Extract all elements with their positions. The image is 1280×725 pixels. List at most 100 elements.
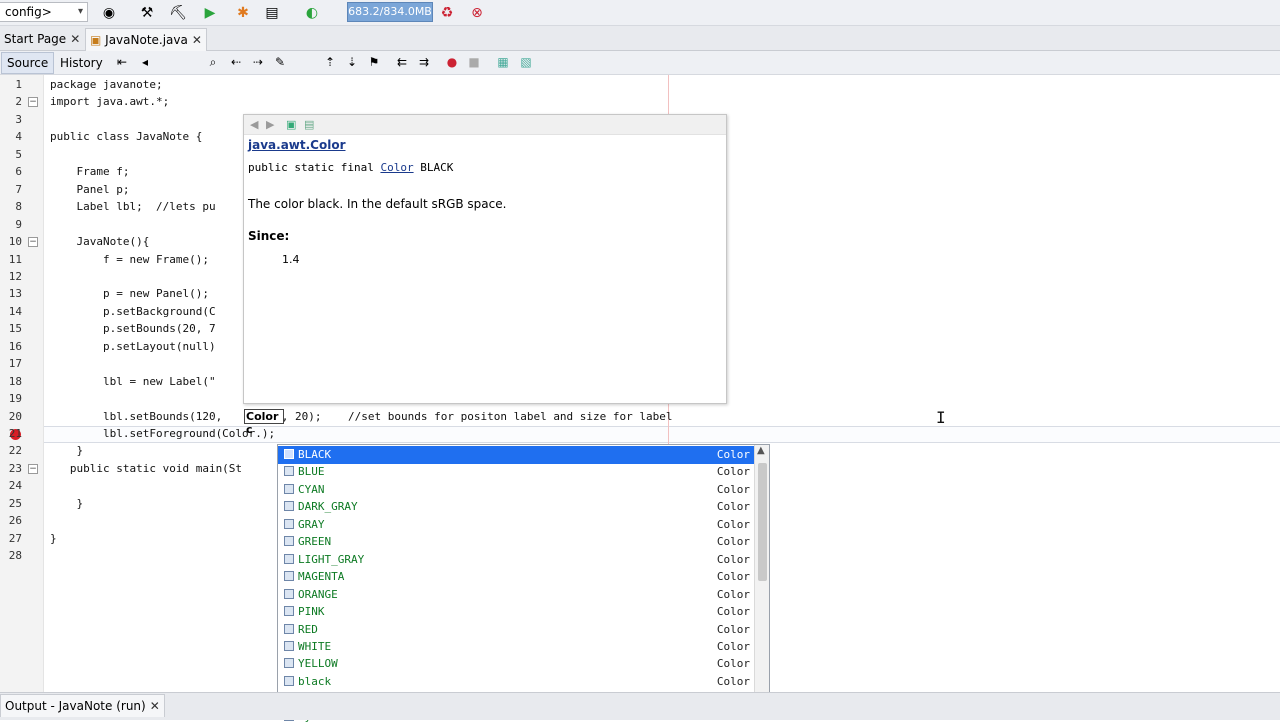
bookmark-prev-icon[interactable]: ⇡ bbox=[320, 52, 340, 72]
last-edit-icon[interactable]: ⇤ bbox=[112, 52, 132, 72]
tab-start-page[interactable]: Start Page ✕ bbox=[0, 28, 84, 51]
completion-scrollbar[interactable]: ▲ bbox=[754, 445, 769, 719]
completion-item[interactable]: DARK_GRAY Color bbox=[278, 498, 754, 516]
completion-item[interactable]: RED Color bbox=[278, 621, 754, 639]
highlight-icon[interactable]: ✎ bbox=[270, 52, 290, 72]
scroll-up-icon[interactable]: ▲ bbox=[757, 445, 765, 456]
profile-icon[interactable]: ▤ bbox=[262, 3, 282, 23]
completion-type: Color bbox=[716, 535, 750, 549]
line-number: 12 bbox=[8, 269, 22, 283]
code-line[interactable]: import java.awt.*; bbox=[50, 95, 169, 108]
completion-name: black bbox=[298, 674, 332, 688]
code-line[interactable]: p.setBackground(C bbox=[50, 305, 216, 318]
line-number: 27 bbox=[8, 531, 22, 545]
find-next-icon[interactable]: ⇢ bbox=[248, 52, 268, 72]
code-line[interactable]: lbl.setForeground(Color.); bbox=[50, 427, 275, 440]
line-number: 16 bbox=[8, 339, 22, 353]
memory-indicator[interactable]: 683.2/834.0MB bbox=[347, 2, 433, 22]
completion-item[interactable]: CYAN Color bbox=[278, 481, 754, 499]
fold-icon[interactable]: − bbox=[28, 97, 38, 107]
record-macro-icon[interactable]: ● bbox=[442, 52, 462, 72]
line-number: 22 bbox=[8, 444, 22, 458]
completion-item[interactable]: LIGHT_GRAY Color bbox=[278, 551, 754, 569]
code-line[interactable]: Label lbl; //lets pu bbox=[50, 200, 215, 213]
completion-item[interactable]: BLACK Color bbox=[278, 446, 754, 464]
open-browser-icon[interactable]: ▣ bbox=[286, 118, 296, 131]
close-icon[interactable]: ✕ bbox=[192, 33, 202, 47]
run-icon[interactable]: ▶ bbox=[200, 3, 220, 23]
line-number: 24 bbox=[8, 479, 22, 493]
output-panel: Output - JavaNote (run) ✕ bbox=[0, 692, 1280, 720]
code-line[interactable]: } bbox=[50, 497, 83, 510]
gc-icon[interactable]: ♻ bbox=[437, 3, 457, 23]
code-completion-list[interactable]: BLACK Color BLUE Color CYAN Color DARK_GRAY Col… bbox=[277, 444, 770, 723]
history-button[interactable]: History bbox=[54, 52, 109, 74]
completion-item[interactable]: BLUE Color bbox=[278, 463, 754, 481]
build-icon[interactable]: ⚒ bbox=[137, 3, 157, 23]
completion-name: LIGHT_GRAY bbox=[298, 552, 365, 566]
find-prev-icon[interactable]: ⇠ bbox=[226, 52, 246, 72]
code-line[interactable]: public static void main(St bbox=[50, 462, 242, 475]
forward-icon[interactable]: ▶ bbox=[266, 118, 274, 131]
shift-left-icon[interactable]: ⇇ bbox=[392, 52, 412, 72]
profile-run-icon[interactable]: ◐ bbox=[302, 3, 322, 23]
toggle-bookmark-icon[interactable]: ⚑ bbox=[364, 52, 384, 72]
find-icon[interactable]: ⌕ bbox=[203, 52, 223, 72]
config-select[interactable]: config> ▾ bbox=[0, 2, 88, 22]
completion-item[interactable]: WHITE Color bbox=[278, 638, 754, 656]
source-button[interactable]: Source bbox=[1, 52, 55, 74]
back-icon[interactable]: ◀ bbox=[250, 118, 258, 131]
back-icon[interactable]: ◂ bbox=[135, 52, 155, 72]
globe-icon[interactable]: ◉ bbox=[99, 3, 119, 23]
tab-label: JavaNote.java bbox=[105, 33, 188, 47]
scrollbar-thumb[interactable] bbox=[758, 463, 767, 581]
code-line[interactable]: JavaNote(){ bbox=[50, 235, 149, 248]
comment-icon[interactable]: ▦ bbox=[493, 52, 513, 72]
code-line[interactable]: } bbox=[50, 532, 57, 545]
bookmark-next-icon[interactable]: ⇣ bbox=[342, 52, 362, 72]
fold-icon[interactable]: − bbox=[28, 237, 38, 247]
close-icon[interactable]: ✕ bbox=[150, 699, 160, 713]
line-number: 6 bbox=[15, 165, 22, 179]
code-line[interactable]: lbl.setBounds(120, 160, 20); //set bound… bbox=[50, 410, 673, 423]
stop-icon[interactable]: ⊗ bbox=[467, 3, 487, 23]
completion-item[interactable]: YELLOW Color bbox=[278, 655, 754, 673]
completion-item[interactable]: black Color bbox=[278, 673, 754, 691]
tab-label: Output - JavaNote (run) bbox=[5, 699, 146, 713]
line-number: 19 bbox=[8, 392, 22, 406]
code-line[interactable]: Panel p; bbox=[50, 183, 129, 196]
tab-output[interactable]: Output - JavaNote (run) ✕ bbox=[0, 694, 165, 717]
line-number: 18 bbox=[8, 374, 22, 388]
code-line[interactable]: package javanote; bbox=[50, 78, 163, 91]
tab-javanote[interactable]: ▣ JavaNote.java ✕ bbox=[85, 28, 207, 51]
main-toolbar: config> ▾ ◉ ⚒ ⛏ ▶ ✱ ▤ ◐ 683.2/834.0MB ♻ … bbox=[0, 0, 1280, 26]
completion-item[interactable]: GREEN Color bbox=[278, 533, 754, 551]
code-line[interactable]: p = new Panel(); bbox=[50, 287, 209, 300]
code-line[interactable]: p.setLayout(null) bbox=[50, 340, 216, 353]
sig-type-link[interactable]: Color bbox=[380, 161, 413, 174]
code-line[interactable]: f = new Frame(); bbox=[50, 253, 209, 266]
stop-macro-icon[interactable]: ■ bbox=[464, 52, 484, 72]
clean-build-icon[interactable]: ⛏ bbox=[168, 3, 188, 23]
uncomment-icon[interactable]: ▧ bbox=[516, 52, 536, 72]
code-line[interactable]: Frame f; bbox=[50, 165, 129, 178]
javadoc-popup: ◀ ▶ ▣ ▤ java.awt.Color public static fin… bbox=[243, 114, 727, 404]
field-icon bbox=[284, 658, 294, 669]
completion-item[interactable]: ORANGE Color bbox=[278, 586, 754, 604]
completion-type: Color bbox=[716, 552, 750, 566]
debug-icon[interactable]: ✱ bbox=[233, 3, 253, 23]
shift-right-icon[interactable]: ⇉ bbox=[414, 52, 434, 72]
completion-item[interactable]: PINK Color bbox=[278, 603, 754, 621]
code-line[interactable]: } bbox=[50, 444, 83, 457]
javadoc-class-link[interactable]: java.awt.Color bbox=[248, 138, 346, 152]
code-line[interactable]: public class JavaNote { bbox=[50, 130, 202, 143]
completion-name: YELLOW bbox=[298, 657, 338, 671]
completion-item[interactable]: GRAY Color bbox=[278, 516, 754, 534]
line-number: 26 bbox=[8, 514, 22, 528]
close-icon[interactable]: ✕ bbox=[70, 32, 80, 46]
fold-icon[interactable]: − bbox=[28, 464, 38, 474]
show-source-icon[interactable]: ▤ bbox=[304, 118, 314, 131]
editor-toolbar: Source History ⇤ ◂ ⌕ ⇠ ⇢ ✎ ⇡ ⇣ ⚑ ⇇ ⇉ ● ■… bbox=[0, 51, 1280, 75]
code-line[interactable]: p.setBounds(20, 7 bbox=[50, 322, 216, 335]
completion-item[interactable]: MAGENTA Color bbox=[278, 568, 754, 586]
